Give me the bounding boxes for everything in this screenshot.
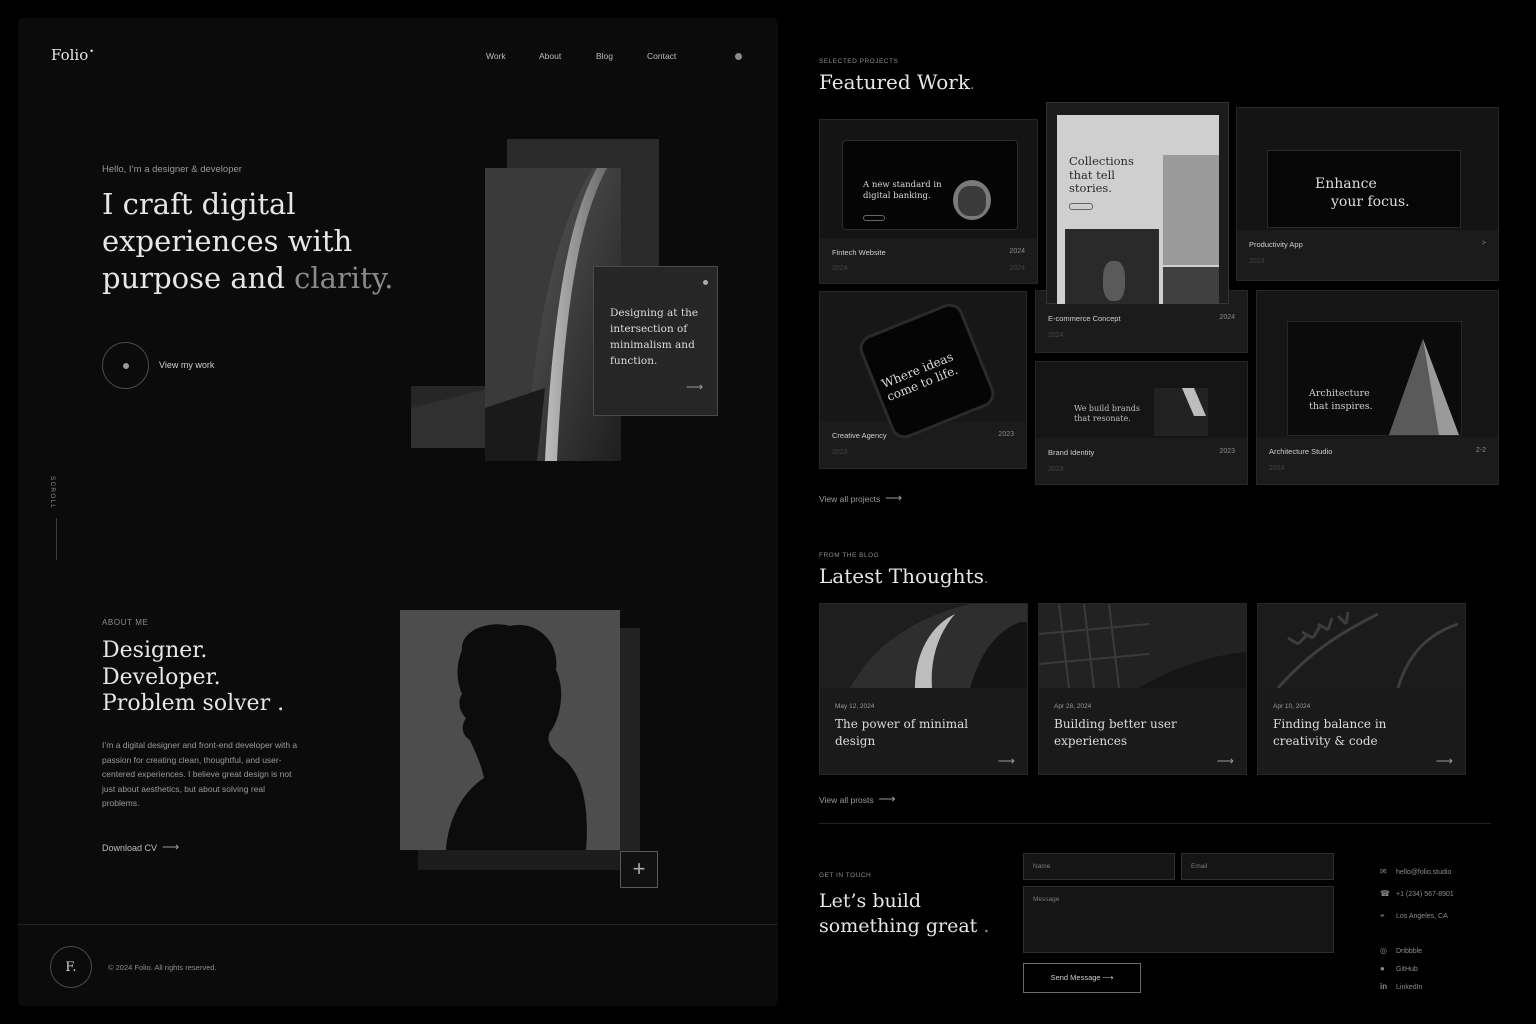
portrait-base: [418, 850, 640, 870]
section-divider: [819, 823, 1491, 824]
project-year: 2024: [1219, 314, 1235, 321]
arrow-right-icon: ⟶: [878, 792, 896, 806]
blog-post-card[interactable]: Apr 10, 2024 Finding balance in creativi…: [1257, 603, 1466, 775]
project-screenshot: Where ideas come to life.: [820, 292, 1026, 443]
project-screenshot: A new standard in digital banking.: [820, 120, 1037, 238]
project-card-architecture-studio[interactable]: Architecture that inspires. Architecture…: [1256, 290, 1499, 485]
scroll-line: [56, 518, 57, 560]
blog-date: Apr 28, 2024: [1054, 703, 1092, 710]
theme-toggle[interactable]: [735, 53, 742, 60]
linkedin-icon: in: [1380, 982, 1388, 991]
project-year: 2023: [1219, 448, 1235, 455]
logo[interactable]: Folio•: [51, 46, 94, 64]
blog-date: Apr 10, 2024: [1273, 703, 1311, 710]
project-title: Creative Agency: [832, 431, 887, 440]
mail-icon: ✉: [1380, 867, 1387, 876]
dot-icon: [123, 363, 129, 369]
project-title: Fintech Website: [832, 248, 886, 257]
project-screenshot: Architecture that inspires.: [1257, 291, 1498, 437]
project-card-productivity[interactable]: Enhance your focus. Productivity App > 2…: [1236, 107, 1499, 281]
blog-title: Latest Thoughts.: [819, 564, 989, 588]
social-github[interactable]: ● GitHub: [1380, 964, 1418, 973]
nav-contact[interactable]: Contact: [647, 51, 676, 61]
dot-icon: [703, 280, 708, 285]
email-field[interactable]: Email: [1181, 853, 1334, 880]
footer-divider: [18, 924, 778, 925]
blog-image: [1039, 604, 1246, 689]
portrait-image: [400, 610, 620, 850]
contact-location: ⌖ Los Angeles, CA: [1380, 911, 1448, 920]
about-title: Designer. Developer. Problem solver .: [102, 638, 285, 716]
nav-blog[interactable]: Blog: [596, 51, 613, 61]
github-icon: ●: [1380, 964, 1385, 973]
arrow-right-icon: ⟶: [162, 840, 180, 854]
send-message-button[interactable]: Send Message ⟶: [1023, 963, 1141, 993]
contact-label: GET IN TOUCH: [819, 872, 872, 879]
blog-label: FROM THE BLOG: [819, 552, 880, 559]
project-year: 2024: [1009, 248, 1025, 255]
arrow-right-icon: ⟶: [885, 491, 903, 505]
project-title: Productivity App: [1249, 240, 1303, 249]
blog-title: The power of minimal design: [835, 717, 969, 748]
footer-logo[interactable]: F.: [50, 946, 92, 988]
project-card-creative-agency[interactable]: Where ideas come to life. Creative Agenc…: [819, 291, 1027, 469]
name-field[interactable]: Name: [1023, 853, 1175, 880]
plus-icon[interactable]: +: [620, 851, 658, 888]
project-card-fintech[interactable]: A new standard in digital banking. Finte…: [819, 119, 1038, 284]
blog-title: Building better user experiences: [1054, 717, 1177, 748]
view-work-label[interactable]: View my work: [159, 360, 214, 370]
view-all-projects-link[interactable]: View all projects ⟶: [819, 491, 902, 505]
dribbble-icon: ◎: [1380, 946, 1387, 955]
message-field[interactable]: Message: [1023, 886, 1334, 953]
arrow-right-icon[interactable]: ⟶: [1217, 754, 1234, 768]
scroll-indicator: SCROLL: [49, 476, 56, 510]
contact-title: Let’s build something great .: [819, 890, 990, 937]
home-page-panel: Folio• Work About Blog Contact Hello, I’…: [18, 18, 778, 1006]
nav-about[interactable]: About: [539, 51, 561, 61]
quote-text: Designing at the intersection of minimal…: [610, 307, 699, 367]
project-title: Architecture Studio: [1269, 447, 1333, 456]
project-year: 2023: [998, 431, 1014, 438]
project-screenshot: Enhance your focus.: [1237, 108, 1498, 230]
project-screenshot: We build brands that resonate.: [1036, 362, 1247, 438]
blog-title: Finding balance in creativity & code: [1273, 717, 1387, 748]
nav-work[interactable]: Work: [486, 51, 506, 61]
contact-phone[interactable]: ☎ +1 (234) 567-8901: [1380, 889, 1454, 898]
blog-post-card[interactable]: May 12, 2024 The power of minimal design…: [819, 603, 1028, 775]
ecommerce-screenshot: Collections that tell stories.: [1046, 102, 1229, 304]
blog-date: May 12, 2024: [835, 703, 875, 710]
arrow-right-icon[interactable]: ⟶: [998, 754, 1015, 768]
blog-image: [1258, 604, 1465, 689]
location-pin-icon: ⌖: [1380, 911, 1385, 920]
contact-email[interactable]: ✉ hello@folio.studio: [1380, 867, 1451, 876]
copyright: © 2024 Folio. All rights reserved.: [108, 963, 217, 972]
chevron-right-icon[interactable]: >: [1482, 240, 1486, 247]
hero-eyebrow: Hello, I’m a designer & developer: [102, 164, 242, 175]
portrait-shadow: [618, 628, 640, 868]
project-title: Brand Identity: [1048, 448, 1095, 457]
work-title: Featured Work.: [819, 70, 975, 94]
blog-image: [820, 604, 1027, 688]
blog-post-card[interactable]: Apr 28, 2024 Building better user experi…: [1038, 603, 1247, 775]
arrow-right-icon[interactable]: ⟶: [1436, 754, 1453, 768]
phone-icon: ☎: [1380, 889, 1390, 898]
project-card-brand-identity[interactable]: We build brands that resonate. Brand Ide…: [1035, 361, 1248, 485]
about-text: I’m a digital designer and front-end dev…: [102, 740, 298, 809]
project-title: E-commerce Concept: [1048, 314, 1121, 323]
view-work-button[interactable]: [102, 342, 149, 389]
hero-title: I craft digital experiences with purpose…: [102, 187, 394, 295]
work-label: SELECTED PROJECTS: [819, 58, 899, 65]
quote-card: Designing at the intersection of minimal…: [593, 266, 718, 416]
social-dribbble[interactable]: ◎ Dribbble: [1380, 946, 1422, 955]
download-cv-link[interactable]: Download CV ⟶: [102, 840, 179, 854]
arrow-right-icon[interactable]: ⟶: [686, 380, 703, 394]
view-all-posts-link[interactable]: View all prosts ⟶: [819, 792, 896, 806]
about-label: ABOUT ME: [102, 618, 149, 627]
project-year: 2-2: [1475, 447, 1486, 454]
social-linkedin[interactable]: in LinkedIn: [1380, 982, 1422, 991]
